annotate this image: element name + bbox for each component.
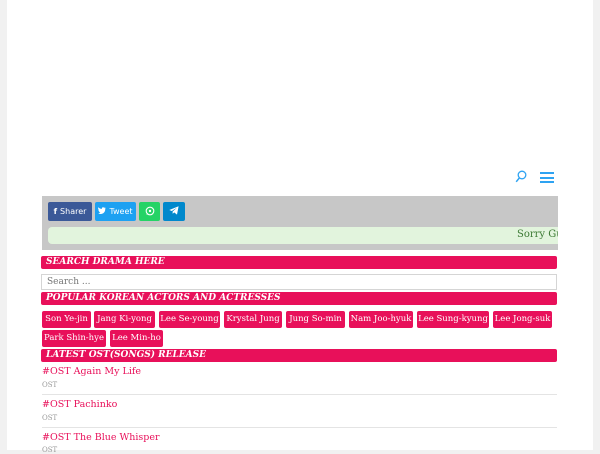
whatsapp-share-button[interactable]	[139, 202, 160, 221]
actor-tag[interactable]: Lee Se-young	[159, 311, 220, 328]
actor-tag[interactable]: Son Ye-jin	[42, 311, 91, 328]
search-input[interactable]	[41, 274, 557, 290]
marquee-text: Sorry Gu	[517, 229, 558, 240]
ost-item-title[interactable]: #OST Again My Life	[42, 366, 141, 377]
facebook-share-label: Sharer	[60, 207, 87, 216]
whatsapp-icon	[145, 206, 155, 218]
facebook-icon: f	[53, 207, 58, 216]
telegram-share-button[interactable]	[163, 202, 185, 221]
ost-item-category[interactable]: OST	[42, 414, 57, 422]
facebook-share-button[interactable]: f Sharer	[48, 202, 92, 221]
telegram-icon	[169, 206, 179, 217]
ost-item-category[interactable]: OST	[42, 446, 57, 454]
twitter-share-label: Tweet	[109, 207, 133, 216]
actor-tag[interactable]: Lee Sung-kyung	[417, 311, 489, 328]
header-tools	[515, 170, 557, 186]
share-box: f Sharer Tweet Sorry Gu	[42, 196, 558, 250]
ost-section-heading: LATEST OST(SONGS) RELEASE	[41, 349, 557, 362]
actor-tag[interactable]: Park Shin-hye	[42, 330, 106, 347]
ost-item-category[interactable]: OST	[42, 381, 57, 389]
search-section-heading: SEARCH DRAMA HERE	[41, 256, 557, 269]
divider	[42, 394, 557, 395]
actors-section-heading: POPULAR KOREAN ACTORS AND ACTRESSES	[41, 292, 557, 305]
twitter-icon	[98, 207, 107, 216]
actor-tag[interactable]: Lee Min-ho	[110, 330, 163, 347]
actor-tag[interactable]: Lee Jong-suk	[493, 311, 552, 328]
announcement-marquee: Sorry Gu	[48, 227, 558, 244]
divider	[42, 427, 557, 428]
ost-item-title[interactable]: #OST The Blue Whisper	[42, 432, 160, 443]
hamburger-menu-icon[interactable]	[540, 172, 554, 183]
actor-tag[interactable]: Jang Ki-yong	[94, 311, 155, 328]
search-icon[interactable]	[515, 170, 529, 184]
actor-tag[interactable]: Krystal Jung	[224, 311, 282, 328]
ost-item-title[interactable]: #OST Pachinko	[42, 399, 117, 410]
twitter-share-button[interactable]: Tweet	[95, 202, 136, 221]
actor-tag[interactable]: Nam Joo-hyuk	[349, 311, 413, 328]
actor-tag[interactable]: Jung So-min	[286, 311, 345, 328]
